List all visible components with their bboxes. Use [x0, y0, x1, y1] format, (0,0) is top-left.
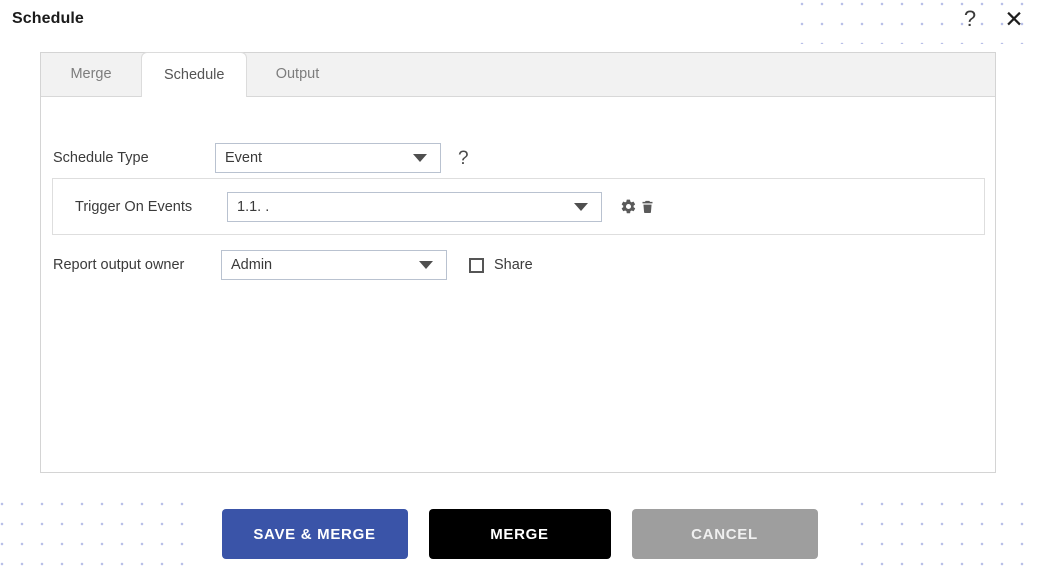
- tab-schedule[interactable]: Schedule: [141, 52, 248, 97]
- schedule-dialog-panel: Merge Schedule Output Schedule Type Even…: [40, 52, 996, 473]
- share-checkbox[interactable]: [469, 257, 484, 273]
- schedule-type-row: Schedule Type Event ?: [53, 143, 469, 173]
- report-output-owner-row: Report output owner Admin Share: [53, 250, 533, 280]
- chevron-down-icon: [574, 202, 588, 211]
- trigger-on-events-value: 1.1. .: [237, 198, 270, 215]
- save-and-merge-button[interactable]: SAVE & MERGE: [221, 509, 408, 559]
- trigger-on-events-actions: [620, 198, 655, 215]
- tab-output[interactable]: Output: [247, 52, 347, 96]
- report-output-owner-select[interactable]: Admin: [221, 250, 447, 280]
- share-checkbox-wrapper[interactable]: Share: [469, 257, 533, 273]
- chevron-down-icon: [419, 261, 433, 269]
- page-title: Schedule: [12, 10, 84, 27]
- trigger-on-events-box: Trigger On Events 1.1. .: [52, 178, 985, 235]
- gear-icon[interactable]: [620, 198, 637, 215]
- schedule-type-value: Event: [225, 150, 263, 166]
- dialog-titlebar: Schedule ? ✕: [0, 0, 1039, 44]
- titlebar-actions: ? ✕: [955, 4, 1029, 34]
- schedule-type-select[interactable]: Event: [215, 143, 441, 173]
- trash-icon[interactable]: [640, 198, 655, 215]
- tab-strip: Merge Schedule Output: [41, 52, 995, 97]
- report-output-owner-label: Report output owner: [53, 257, 185, 273]
- dialog-footer: SAVE & MERGE MERGE CANCEL: [0, 509, 1039, 559]
- tab-merge[interactable]: Merge: [41, 52, 141, 96]
- schedule-type-help-icon[interactable]: ?: [458, 149, 469, 168]
- schedule-type-label: Schedule Type: [53, 150, 149, 166]
- merge-button[interactable]: MERGE: [428, 509, 611, 559]
- share-checkbox-label: Share: [494, 257, 533, 273]
- help-icon[interactable]: ?: [955, 4, 985, 34]
- close-icon[interactable]: ✕: [999, 4, 1029, 34]
- trigger-on-events-label: Trigger On Events: [75, 198, 193, 215]
- schedule-form: Schedule Type Event ? Trigger On Events …: [41, 97, 995, 473]
- cancel-button[interactable]: CANCEL: [631, 509, 818, 559]
- report-output-owner-value: Admin: [231, 257, 273, 273]
- trigger-on-events-select[interactable]: 1.1. .: [227, 191, 602, 222]
- chevron-down-icon: [413, 154, 427, 162]
